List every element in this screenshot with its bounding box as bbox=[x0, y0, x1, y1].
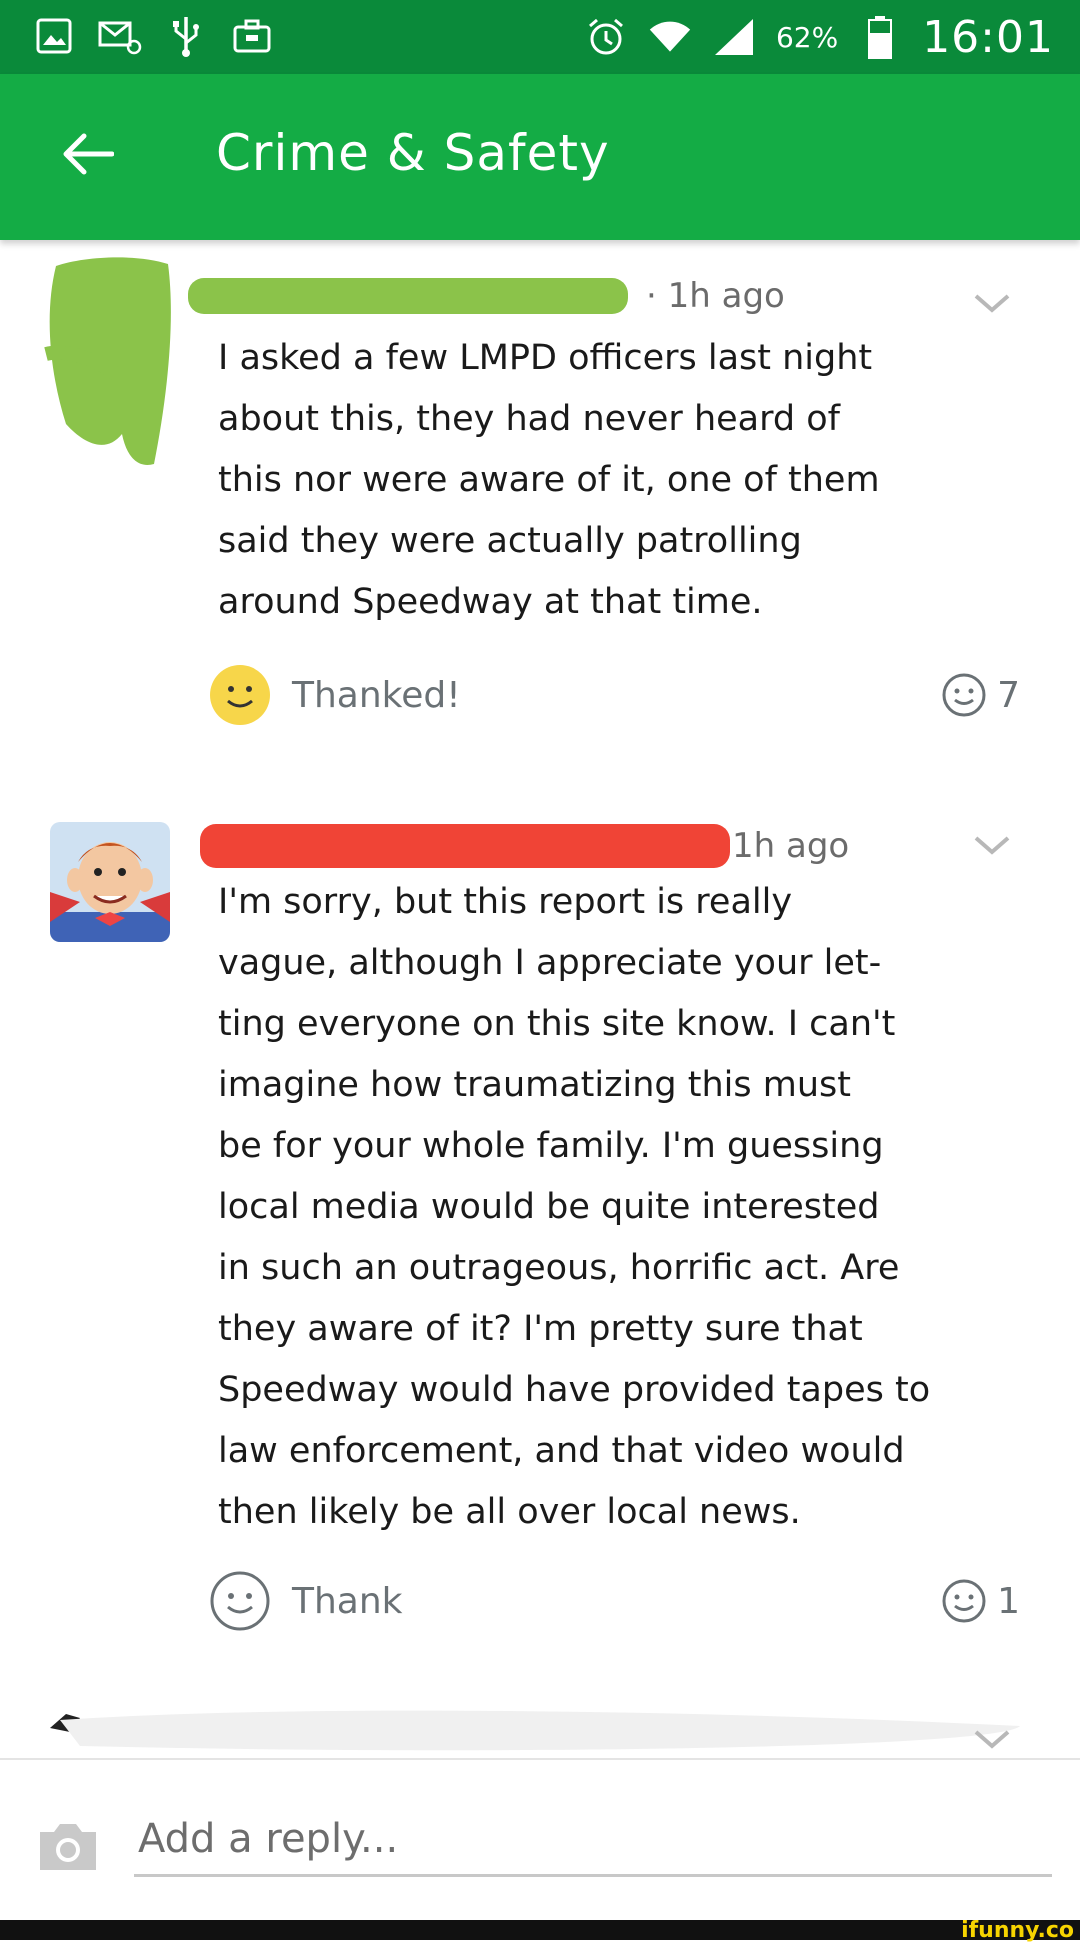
page-title: Crime & Safety bbox=[216, 124, 610, 182]
back-button[interactable] bbox=[56, 122, 120, 186]
thank-label: Thanked! bbox=[292, 674, 461, 716]
comment-time: · 1h ago bbox=[646, 276, 785, 316]
avatar[interactable] bbox=[50, 822, 170, 942]
chevron-down-icon[interactable] bbox=[968, 822, 1016, 870]
status-bar: 62% 16:01 bbox=[0, 0, 1080, 74]
comment-meta: 1h ago bbox=[200, 816, 849, 876]
author-name-redaction bbox=[188, 278, 628, 314]
signal-icon bbox=[712, 15, 756, 59]
comment-text: I asked a few LMPD officers last night a… bbox=[218, 338, 880, 622]
smiley-outline-icon bbox=[210, 1571, 270, 1631]
comment-meta: · 1h ago bbox=[188, 266, 785, 326]
app-bar: Crime & Safety bbox=[0, 74, 1080, 240]
chevron-down-icon[interactable] bbox=[968, 1716, 1016, 1760]
notification-icons bbox=[32, 14, 274, 58]
thank-count: 7 bbox=[941, 660, 1020, 730]
thank-count: 1 bbox=[941, 1566, 1020, 1636]
clock: 16:01 bbox=[922, 11, 1054, 63]
reply-bar bbox=[0, 1758, 1080, 1922]
comment-actions: Thank 1 bbox=[208, 1566, 1028, 1636]
chevron-down-icon[interactable] bbox=[968, 280, 1016, 328]
smiley-filled-icon bbox=[210, 665, 270, 725]
gallery-icon bbox=[32, 14, 76, 58]
alarm-icon bbox=[584, 15, 628, 59]
comment-actions: Thanked! 7 bbox=[208, 660, 1028, 730]
briefcase-icon bbox=[230, 14, 274, 58]
thank-label: Thank bbox=[292, 1580, 403, 1622]
smiley-outline-icon bbox=[942, 673, 986, 717]
avatar-redaction-icon bbox=[44, 257, 171, 465]
thank-count-value: 7 bbox=[997, 674, 1020, 716]
avatar[interactable] bbox=[36, 254, 176, 474]
smiley-outline-icon bbox=[942, 1579, 986, 1623]
mail-icon bbox=[98, 14, 142, 58]
author-name-redaction bbox=[200, 824, 730, 868]
camera-icon[interactable] bbox=[36, 1818, 100, 1874]
comment-text: I'm sorry, but this report is really vag… bbox=[218, 882, 931, 1532]
reply-input[interactable] bbox=[134, 1804, 1052, 1877]
thank-button[interactable]: Thank bbox=[208, 1566, 403, 1636]
usb-icon bbox=[164, 14, 208, 58]
thank-count-value: 1 bbox=[997, 1580, 1020, 1622]
battery-percent: 62% bbox=[775, 20, 839, 54]
bottom-strip bbox=[0, 1920, 1080, 1940]
arrow-left-icon bbox=[63, 133, 114, 175]
comment-time: 1h ago bbox=[732, 826, 850, 866]
thank-button[interactable]: Thanked! bbox=[208, 660, 461, 730]
system-icons: 62% 16:01 bbox=[584, 0, 1054, 74]
comment-item bbox=[0, 1690, 1080, 1760]
wifi-icon bbox=[648, 15, 692, 59]
watermark: ifunny.co bbox=[961, 1918, 1074, 1943]
comment-redaction bbox=[50, 1710, 1020, 1751]
cartoon-face-icon bbox=[50, 822, 170, 942]
battery-icon bbox=[858, 15, 902, 59]
